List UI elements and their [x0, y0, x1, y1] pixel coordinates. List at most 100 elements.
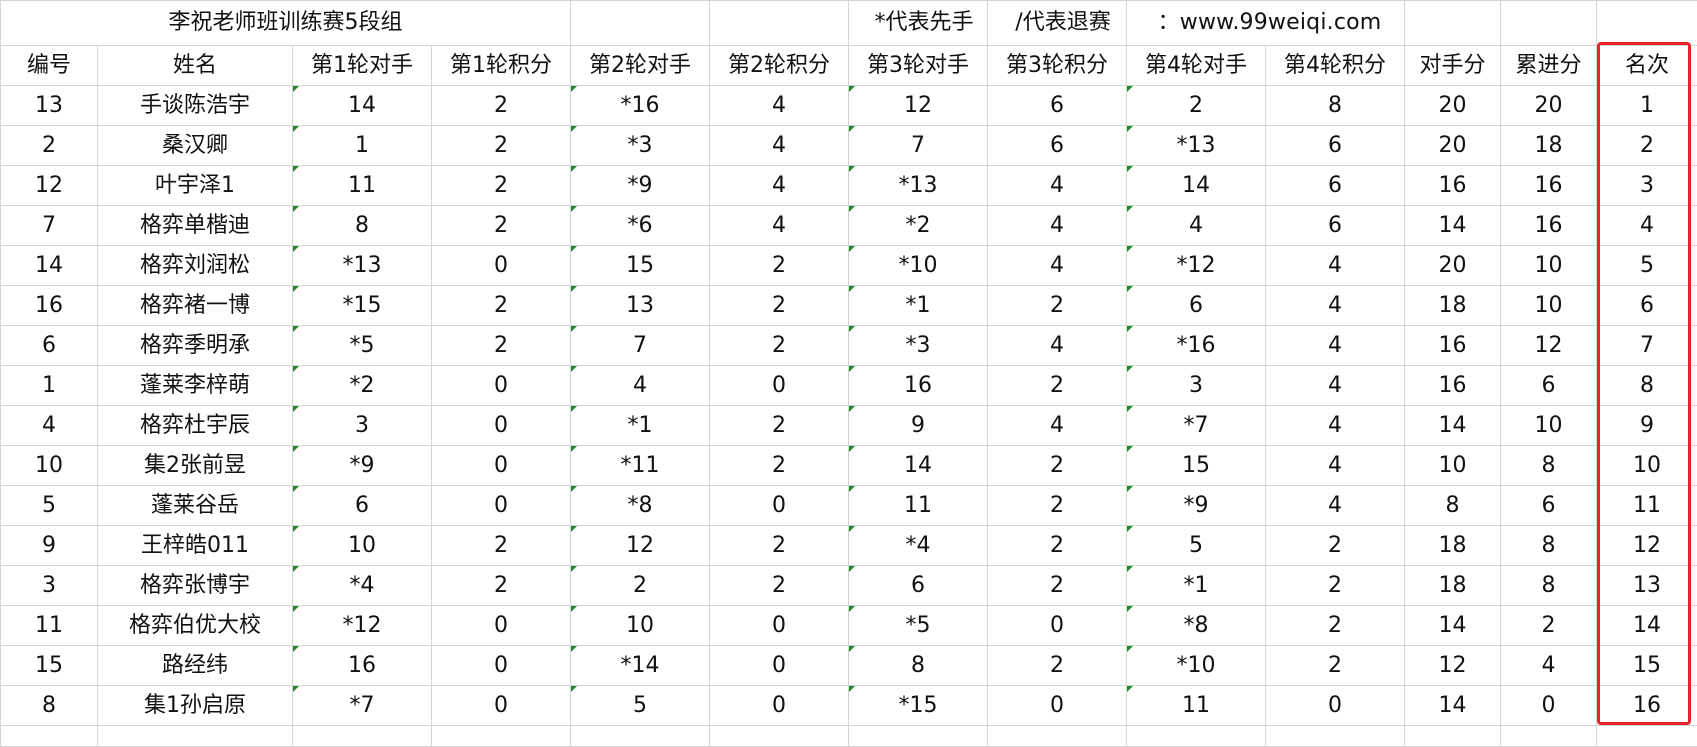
- round4-opponent-cell[interactable]: *8: [1127, 606, 1266, 646]
- round2-opponent-cell[interactable]: 10: [571, 606, 710, 646]
- round1-opponent-cell[interactable]: *13: [293, 246, 432, 286]
- rank-cell[interactable]: 7: [1597, 326, 1697, 366]
- sheet-title[interactable]: 李祝老师班训练赛5段组: [1, 1, 571, 46]
- empty-cell[interactable]: [1405, 1, 1501, 46]
- cumulative-score-cell[interactable]: 8: [1501, 526, 1597, 566]
- column-header-10[interactable]: 第4轮积分: [1266, 46, 1405, 86]
- empty-cell[interactable]: [1597, 1, 1697, 46]
- cumulative-score-cell[interactable]: 20: [1501, 86, 1597, 126]
- round3-opponent-cell[interactable]: *5: [849, 606, 988, 646]
- round2-score-cell[interactable]: 4: [710, 86, 849, 126]
- round1-score-cell[interactable]: 0: [432, 686, 571, 726]
- website-label[interactable]: ：www.99weiqi.com: [1127, 1, 1405, 46]
- opponent-score-cell[interactable]: 14: [1405, 406, 1501, 446]
- round1-opponent-cell[interactable]: 1: [293, 126, 432, 166]
- round3-opponent-cell[interactable]: *10: [849, 246, 988, 286]
- column-header-6[interactable]: 第2轮积分: [710, 46, 849, 86]
- rank-cell[interactable]: 10: [1597, 446, 1697, 486]
- round2-opponent-cell[interactable]: *11: [571, 446, 710, 486]
- empty-cell[interactable]: [1127, 726, 1266, 747]
- round2-score-cell[interactable]: 0: [710, 646, 849, 686]
- cumulative-score-cell[interactable]: 16: [1501, 206, 1597, 246]
- round2-score-cell[interactable]: 2: [710, 566, 849, 606]
- round2-opponent-cell[interactable]: 4: [571, 366, 710, 406]
- round4-score-cell[interactable]: 0: [1266, 686, 1405, 726]
- column-header-5[interactable]: 第2轮对手: [571, 46, 710, 86]
- round1-score-cell[interactable]: 0: [432, 606, 571, 646]
- round3-opponent-cell[interactable]: *15: [849, 686, 988, 726]
- player-name-cell[interactable]: 格弈单楷迪: [98, 206, 293, 246]
- column-header-1[interactable]: 编号: [1, 46, 98, 86]
- round2-opponent-cell[interactable]: 2: [571, 566, 710, 606]
- round2-score-cell[interactable]: 4: [710, 166, 849, 206]
- rank-cell[interactable]: 14: [1597, 606, 1697, 646]
- empty-cell[interactable]: [98, 726, 293, 747]
- empty-cell[interactable]: [849, 726, 988, 747]
- round3-score-cell[interactable]: 2: [988, 566, 1127, 606]
- round3-score-cell[interactable]: 2: [988, 286, 1127, 326]
- round2-opponent-cell[interactable]: 7: [571, 326, 710, 366]
- round4-opponent-cell[interactable]: 6: [1127, 286, 1266, 326]
- round1-opponent-cell[interactable]: *12: [293, 606, 432, 646]
- round2-score-cell[interactable]: 4: [710, 206, 849, 246]
- round1-score-cell[interactable]: 0: [432, 486, 571, 526]
- round2-opponent-cell[interactable]: 13: [571, 286, 710, 326]
- round1-score-cell[interactable]: 2: [432, 126, 571, 166]
- round3-opponent-cell[interactable]: 6: [849, 566, 988, 606]
- cumulative-score-cell[interactable]: 6: [1501, 366, 1597, 406]
- round2-opponent-cell[interactable]: *16: [571, 86, 710, 126]
- round1-score-cell[interactable]: 2: [432, 286, 571, 326]
- cumulative-score-cell[interactable]: 16: [1501, 166, 1597, 206]
- round1-opponent-cell[interactable]: *2: [293, 366, 432, 406]
- round4-score-cell[interactable]: 4: [1266, 286, 1405, 326]
- round2-score-cell[interactable]: 0: [710, 486, 849, 526]
- round2-opponent-cell[interactable]: *9: [571, 166, 710, 206]
- round4-opponent-cell[interactable]: 11: [1127, 686, 1266, 726]
- round2-score-cell[interactable]: 2: [710, 406, 849, 446]
- player-name-cell[interactable]: 格弈季明承: [98, 326, 293, 366]
- round2-score-cell[interactable]: 0: [710, 366, 849, 406]
- column-header-8[interactable]: 第3轮积分: [988, 46, 1127, 86]
- round2-score-cell[interactable]: 2: [710, 526, 849, 566]
- round1-opponent-cell[interactable]: 10: [293, 526, 432, 566]
- round1-score-cell[interactable]: 2: [432, 206, 571, 246]
- player-id-cell[interactable]: 13: [1, 86, 98, 126]
- opponent-score-cell[interactable]: 10: [1405, 446, 1501, 486]
- empty-cell[interactable]: [710, 1, 849, 46]
- round3-score-cell[interactable]: 2: [988, 446, 1127, 486]
- first-move-note[interactable]: *代表先手: [849, 1, 988, 46]
- round3-score-cell[interactable]: 4: [988, 246, 1127, 286]
- round4-score-cell[interactable]: 2: [1266, 566, 1405, 606]
- player-name-cell[interactable]: 路经纬: [98, 646, 293, 686]
- round2-score-cell[interactable]: 0: [710, 606, 849, 646]
- round1-opponent-cell[interactable]: *9: [293, 446, 432, 486]
- round1-score-cell[interactable]: 2: [432, 566, 571, 606]
- rank-cell[interactable]: 11: [1597, 486, 1697, 526]
- round2-opponent-cell[interactable]: *8: [571, 486, 710, 526]
- round2-opponent-cell[interactable]: *1: [571, 406, 710, 446]
- round3-opponent-cell[interactable]: *13: [849, 166, 988, 206]
- round3-score-cell[interactable]: 2: [988, 646, 1127, 686]
- player-name-cell[interactable]: 蓬莱谷岳: [98, 486, 293, 526]
- round4-opponent-cell[interactable]: *7: [1127, 406, 1266, 446]
- cumulative-score-cell[interactable]: 10: [1501, 286, 1597, 326]
- round3-opponent-cell[interactable]: *2: [849, 206, 988, 246]
- round3-score-cell[interactable]: 4: [988, 206, 1127, 246]
- empty-cell[interactable]: [571, 1, 710, 46]
- rank-cell[interactable]: 3: [1597, 166, 1697, 206]
- opponent-score-cell[interactable]: 12: [1405, 646, 1501, 686]
- round4-opponent-cell[interactable]: *12: [1127, 246, 1266, 286]
- opponent-score-cell[interactable]: 14: [1405, 606, 1501, 646]
- player-name-cell[interactable]: 王梓皓011: [98, 526, 293, 566]
- round2-score-cell[interactable]: 0: [710, 686, 849, 726]
- cumulative-score-cell[interactable]: 10: [1501, 246, 1597, 286]
- player-id-cell[interactable]: 15: [1, 646, 98, 686]
- round4-score-cell[interactable]: 4: [1266, 366, 1405, 406]
- player-name-cell[interactable]: 格弈杜宇辰: [98, 406, 293, 446]
- round3-score-cell[interactable]: 4: [988, 326, 1127, 366]
- rank-cell[interactable]: 13: [1597, 566, 1697, 606]
- cumulative-score-cell[interactable]: 4: [1501, 646, 1597, 686]
- round4-score-cell[interactable]: 2: [1266, 526, 1405, 566]
- cumulative-score-cell[interactable]: 12: [1501, 326, 1597, 366]
- player-name-cell[interactable]: 集1孙启原: [98, 686, 293, 726]
